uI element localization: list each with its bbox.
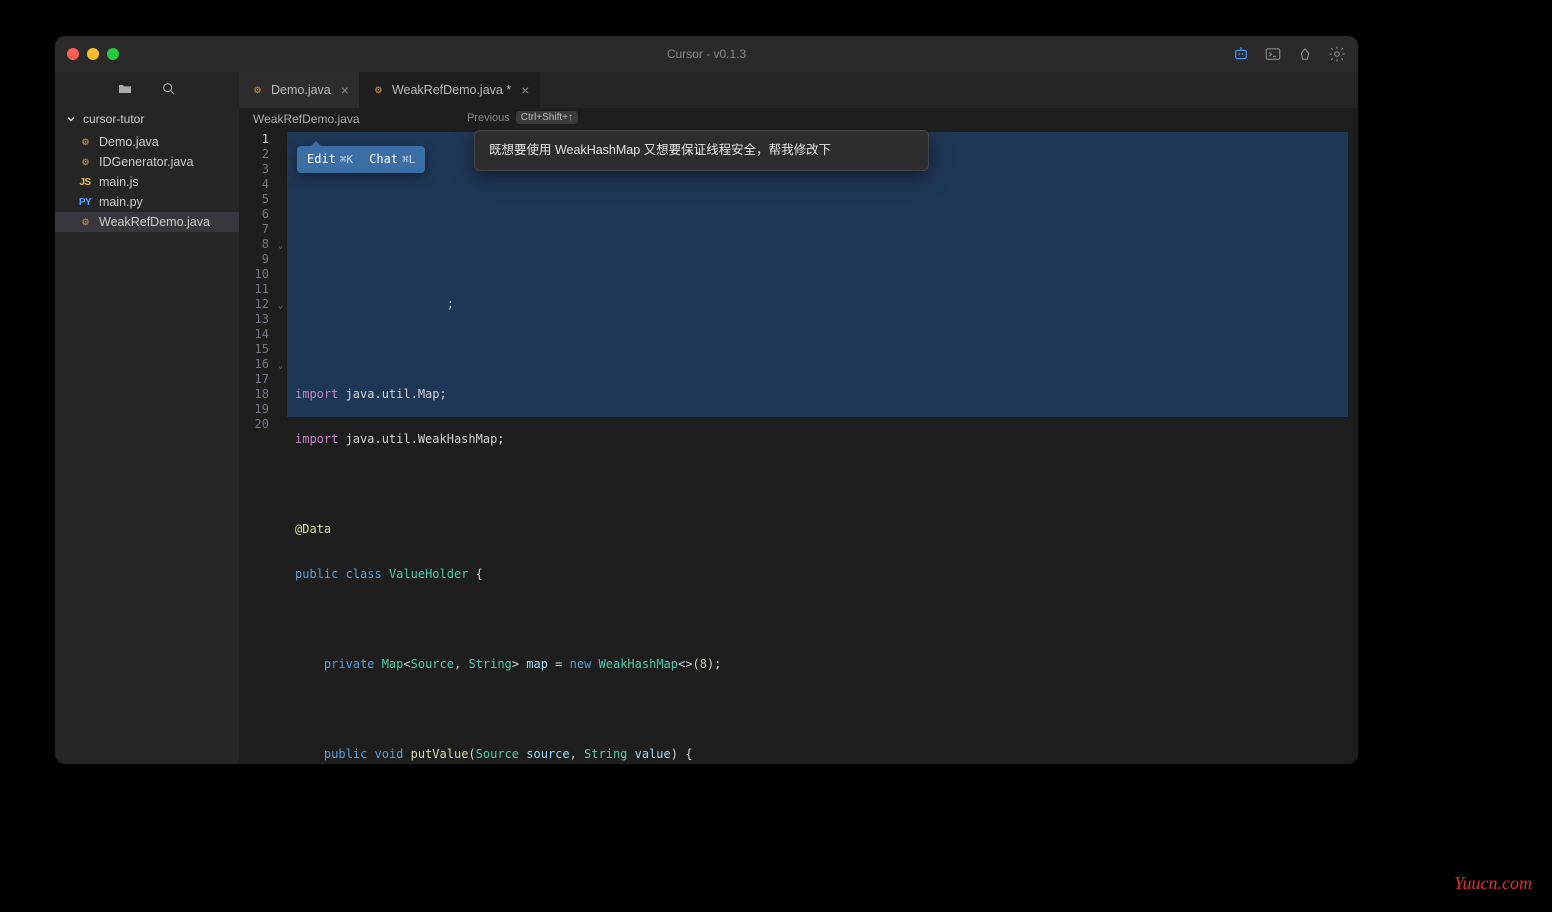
code-content[interactable]: Edit⌘K Chat⌘L 既想要使用 WeakHashMap 又想要保证线程安… bbox=[287, 130, 1358, 764]
java-icon: ⚙ bbox=[77, 157, 93, 168]
app-window: Cursor - v0.1.3 cursor-tutor ⚙ Demo.java … bbox=[55, 36, 1358, 764]
minimize-window-button[interactable] bbox=[87, 48, 99, 60]
maximize-window-button[interactable] bbox=[107, 48, 119, 60]
file-item-mainjs[interactable]: JS main.js bbox=[55, 172, 239, 192]
prev-kbd: Ctrl+Shift+↑ bbox=[516, 111, 578, 124]
file-name: Demo.java bbox=[99, 135, 159, 149]
sidebar: cursor-tutor ⚙ Demo.java ⚙ IDGenerator.jav… bbox=[55, 72, 239, 764]
line-number: 19 bbox=[239, 402, 287, 417]
file-name: WeakRefDemo.java bbox=[99, 215, 210, 229]
file-list: ⚙ Demo.java ⚙ IDGenerator.java JS main.js P… bbox=[55, 130, 239, 232]
line-number: 11 bbox=[239, 282, 287, 297]
project-name: cursor-tutor bbox=[83, 112, 144, 126]
titlebar-actions bbox=[1232, 45, 1346, 63]
line-number: 18 bbox=[239, 387, 287, 402]
line-number: 7 bbox=[239, 222, 287, 237]
ai-prompt-text: 既想要使用 WeakHashMap 又想要保证线程安全，帮我修改下 bbox=[489, 143, 831, 157]
main-body: cursor-tutor ⚙ Demo.java ⚙ IDGenerator.jav… bbox=[55, 72, 1358, 764]
line-number: 4 bbox=[239, 177, 287, 192]
java-icon: ⚙ bbox=[370, 85, 386, 96]
prev-label: Previous bbox=[467, 112, 510, 124]
java-icon: ⚙ bbox=[77, 137, 93, 148]
line-number: 9 bbox=[239, 252, 287, 267]
js-icon: JS bbox=[77, 177, 93, 188]
line-number: 2 bbox=[239, 147, 287, 162]
ai-icon[interactable] bbox=[1232, 45, 1250, 63]
line-number: 3 bbox=[239, 162, 287, 177]
java-icon: ⚙ bbox=[249, 85, 265, 96]
sidebar-toolbar bbox=[55, 72, 239, 108]
line-number: 20 bbox=[239, 417, 287, 432]
editor-area: ⚙ Demo.java × ⚙ WeakRefDemo.java * × Wea… bbox=[239, 72, 1358, 764]
search-icon[interactable] bbox=[161, 81, 177, 100]
traffic-lights bbox=[67, 48, 119, 60]
line-number: 15 bbox=[239, 342, 287, 357]
file-item-weakrefdemo[interactable]: ⚙ WeakRefDemo.java bbox=[55, 212, 239, 232]
window-title: Cursor - v0.1.3 bbox=[667, 47, 746, 61]
file-name: main.js bbox=[99, 175, 139, 189]
terminal-icon[interactable] bbox=[1264, 45, 1282, 63]
line-number: 1 bbox=[239, 132, 287, 147]
line-number: 16⌄ bbox=[239, 357, 287, 372]
chevron-down-icon bbox=[65, 113, 77, 125]
line-number: 13 bbox=[239, 312, 287, 327]
close-window-button[interactable] bbox=[67, 48, 79, 60]
file-name: IDGenerator.java bbox=[99, 155, 194, 169]
tab-label: Demo.java bbox=[271, 83, 331, 97]
tab-demo[interactable]: ⚙ Demo.java × bbox=[239, 72, 360, 108]
java-icon: ⚙ bbox=[77, 217, 93, 228]
file-item-mainpy[interactable]: PY main.py bbox=[55, 192, 239, 212]
line-number: 14 bbox=[239, 327, 287, 342]
feedback-icon[interactable] bbox=[1296, 45, 1314, 63]
titlebar: Cursor - v0.1.3 bbox=[55, 36, 1358, 72]
watermark: Yuucn.com bbox=[1454, 873, 1532, 894]
py-icon: PY bbox=[77, 197, 93, 208]
close-icon[interactable]: × bbox=[341, 82, 349, 98]
line-number: 6 bbox=[239, 207, 287, 222]
close-icon[interactable]: × bbox=[521, 82, 529, 98]
line-number: 8⌄ bbox=[239, 237, 287, 252]
code-pane[interactable]: 1 2 3 4 5 6 7 8⌄ 9 10 11 12⌄ 13 14 15 16… bbox=[239, 130, 1358, 764]
line-number: 12⌄ bbox=[239, 297, 287, 312]
breadcrumb[interactable]: WeakRefDemo.java bbox=[253, 112, 360, 126]
prev-hint[interactable]: Previous Ctrl+Shift+↑ bbox=[467, 111, 578, 124]
settings-icon[interactable] bbox=[1328, 45, 1346, 63]
folder-icon[interactable] bbox=[117, 81, 133, 100]
gutter: 1 2 3 4 5 6 7 8⌄ 9 10 11 12⌄ 13 14 15 16… bbox=[239, 130, 287, 764]
selection-highlight bbox=[287, 132, 1348, 417]
tabs-bar: ⚙ Demo.java × ⚙ WeakRefDemo.java * × bbox=[239, 72, 1358, 108]
line-number: 10 bbox=[239, 267, 287, 282]
edit-button[interactable]: Edit⌘K bbox=[299, 150, 361, 169]
file-name: main.py bbox=[99, 195, 143, 209]
tab-label: WeakRefDemo.java * bbox=[392, 83, 511, 97]
inline-actions-pill: Edit⌘K Chat⌘L bbox=[297, 146, 425, 173]
file-item-demo[interactable]: ⚙ Demo.java bbox=[55, 132, 239, 152]
project-header[interactable]: cursor-tutor bbox=[55, 108, 239, 130]
ai-prompt-popup[interactable]: 既想要使用 WeakHashMap 又想要保证线程安全，帮我修改下 bbox=[474, 130, 929, 171]
tab-weakrefdemo[interactable]: ⚙ WeakRefDemo.java * × bbox=[360, 72, 540, 108]
file-item-idgenerator[interactable]: ⚙ IDGenerator.java bbox=[55, 152, 239, 172]
line-number: 17 bbox=[239, 372, 287, 387]
breadcrumb-bar: WeakRefDemo.java Previous Ctrl+Shift+↑ bbox=[239, 108, 1358, 130]
chat-button[interactable]: Chat⌘L bbox=[361, 150, 423, 169]
line-number: 5 bbox=[239, 192, 287, 207]
